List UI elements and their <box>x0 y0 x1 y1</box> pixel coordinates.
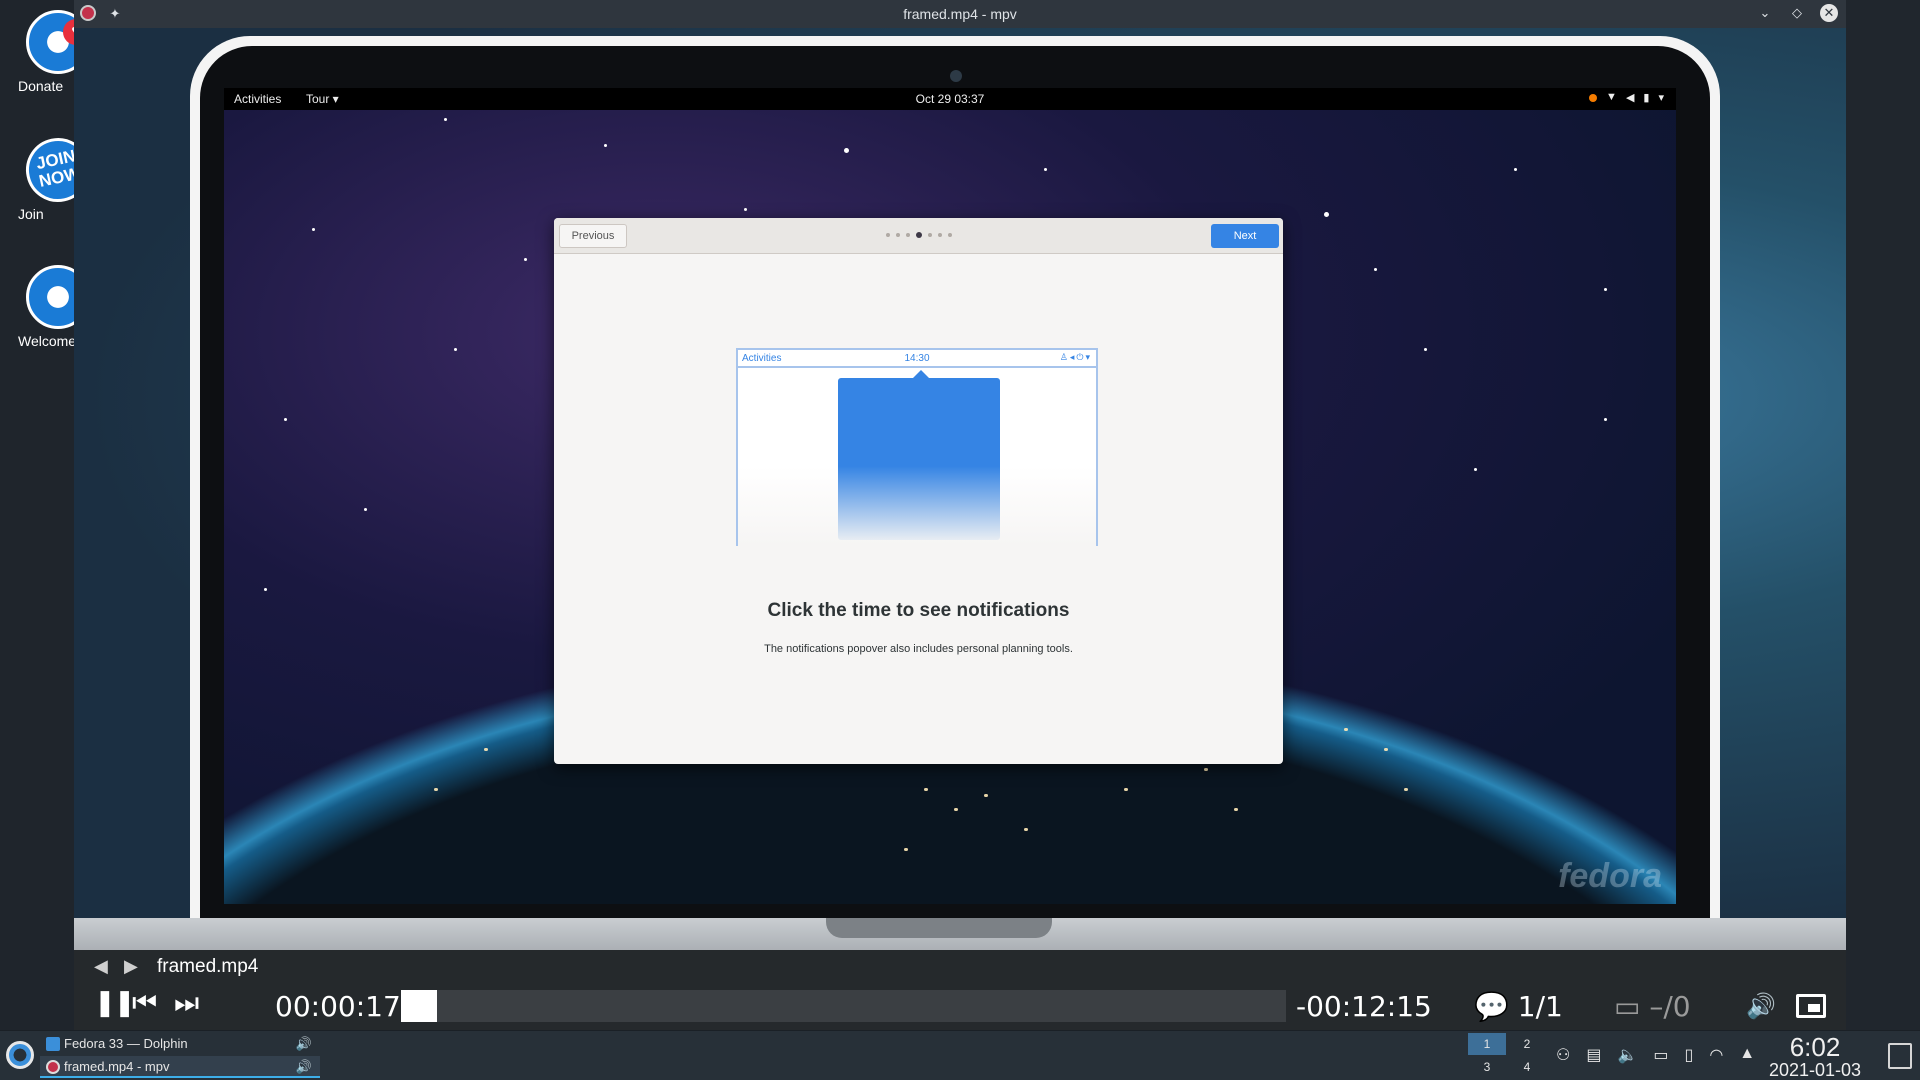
user-switch-icon[interactable]: ⚇ <box>1556 1045 1570 1065</box>
clipboard-icon[interactable]: ▤ <box>1586 1045 1601 1065</box>
volume-icon: ◀ <box>1625 92 1635 104</box>
page-indicator <box>554 232 1283 238</box>
subtitle-track-icon: ▭ <box>1614 990 1641 1023</box>
video-area[interactable]: Activities Tour ▾ Oct 29 03:37 ▼ ◀ ▮ ▾ P… <box>74 28 1846 950</box>
mpv-window: ✦ framed.mp4 - mpv ⌄ ◇ ✕ Activities Tour… <box>74 0 1846 1030</box>
illustration-tray-icons: ♙◂⏻▾ <box>1059 352 1092 362</box>
gnome-top-bar: Activities Tour ▾ Oct 29 03:37 ▼ ◀ ▮ ▾ <box>224 88 1676 110</box>
clock-date: 2021-01-03 <box>1768 1060 1862 1080</box>
maximize-button[interactable]: ◇ <box>1788 4 1806 22</box>
next-button[interactable]: Next <box>1211 224 1279 248</box>
window-title: framed.mp4 - mpv <box>903 6 1017 22</box>
illustration-fade <box>738 466 1096 546</box>
clock-time: 6:02 <box>1789 1032 1841 1062</box>
virtual-desktop-pager: 1 2 3 4 <box>1468 1033 1548 1079</box>
fullscreen-button[interactable] <box>1796 994 1826 1018</box>
volume-button[interactable]: 🔊 <box>1746 992 1776 1021</box>
task-label: framed.mp4 - mpv <box>64 1059 170 1074</box>
tour-subtitle: The notifications popover also includes … <box>764 643 1073 655</box>
page-dot <box>885 233 890 237</box>
task-dolphin[interactable]: Fedora 33 — Dolphin 🔊 <box>40 1033 320 1055</box>
folder-icon <box>46 1037 60 1051</box>
gnome-status-tray: ▼ ◀ ▮ ▾ <box>1589 91 1664 104</box>
desktop-2[interactable]: 2 <box>1508 1033 1546 1055</box>
laptop-notch <box>826 918 1052 938</box>
osc-filename: framed.mp4 <box>157 956 259 977</box>
page-dot <box>947 233 952 237</box>
illustration-clock: 14:30 <box>904 353 930 364</box>
tray-expand-icon[interactable]: ▲ <box>1739 1045 1755 1065</box>
task-label: Fedora 33 — Dolphin <box>64 1036 188 1051</box>
system-tray: ⚇ ▤ 🔈 ▭ ▯ ◠ ▲ <box>1556 1045 1755 1065</box>
close-button[interactable]: ✕ <box>1820 4 1838 22</box>
wifi-icon[interactable]: ◠ <box>1709 1045 1723 1065</box>
usb-device-icon[interactable]: ▯ <box>1685 1045 1694 1065</box>
fedora-watermark: fedora <box>1558 857 1662 895</box>
audio-playing-icon[interactable]: 🔊 <box>296 1033 312 1055</box>
battery-icon: ▮ <box>1643 92 1650 104</box>
tour-dialog-header: Previous Next <box>554 218 1283 254</box>
playlist-next-button[interactable]: ▶ <box>124 956 138 977</box>
task-mpv[interactable]: framed.mp4 - mpv 🔊 <box>40 1056 320 1078</box>
skip-back-button[interactable]: ⏮ <box>132 987 157 1020</box>
subtitle-count: 1/1 <box>1517 990 1563 1023</box>
recording-indicator-icon <box>1589 94 1598 102</box>
battery-icon[interactable]: ▭ <box>1653 1045 1668 1065</box>
laptop-base <box>74 918 1846 950</box>
speech-bubble-icon: 💬 <box>1474 990 1509 1023</box>
time-position[interactable]: 00:00:17 <box>275 990 401 1023</box>
seekbar[interactable] <box>401 990 1286 1022</box>
mpv-icon <box>46 1060 60 1074</box>
popover-arrow <box>913 370 929 378</box>
page-dot <box>915 232 922 238</box>
digital-clock[interactable]: 6:02 2021-01-03 <box>1760 1033 1870 1079</box>
page-dot <box>927 233 932 237</box>
page-dot <box>895 233 900 237</box>
desktop-1[interactable]: 1 <box>1468 1033 1506 1055</box>
volume-icon[interactable]: 🔈 <box>1617 1045 1637 1065</box>
seekbar-fill <box>401 990 419 1022</box>
window-titlebar[interactable]: ✦ framed.mp4 - mpv ⌄ ◇ ✕ <box>74 0 1846 28</box>
time-remaining[interactable]: -00:12:15 <box>1296 990 1432 1023</box>
page-dot <box>905 233 910 237</box>
tour-title: Click the time to see notifications <box>767 600 1070 621</box>
taskbar: Fedora 33 — Dolphin 🔊 framed.mp4 - mpv 🔊… <box>0 1030 1920 1080</box>
illustration-topbar: Activities 14:30 ♙◂⏻▾ <box>738 350 1096 368</box>
page-dot <box>937 233 942 237</box>
pause-button[interactable]: ❚❚ <box>94 987 136 1018</box>
desktop: ♥ Donate JOIN NOW Join Welcome <box>0 0 96 1030</box>
chevron-down-icon: ▾ <box>1658 92 1664 104</box>
subtitle-button[interactable]: 💬 1/1 <box>1474 990 1563 1023</box>
fedora-desktop-screen: Activities Tour ▾ Oct 29 03:37 ▼ ◀ ▮ ▾ P… <box>224 88 1676 904</box>
desktop-4[interactable]: 4 <box>1508 1056 1546 1078</box>
skip-forward-button[interactable]: ⏭ <box>174 987 199 1020</box>
audio-playing-icon[interactable]: 🔊 <box>296 1056 312 1078</box>
gnome-clock: Oct 29 03:37 <box>915 92 985 106</box>
application-launcher-icon[interactable] <box>6 1041 34 1069</box>
minimize-button[interactable]: ⌄ <box>1756 4 1774 22</box>
mpv-osc: ◀ ▶ framed.mp4 ❚❚ ⏮ ⏭ 00:00:17 -00:12:15… <box>74 950 1846 1030</box>
webcam-icon <box>950 70 962 82</box>
network-icon: ▼ <box>1606 91 1617 103</box>
desktop-3[interactable]: 3 <box>1468 1056 1506 1078</box>
tour-dialog: Previous Next Activities 14:30 ♙◂⏻▾ Clic… <box>554 218 1283 764</box>
audio-track-count: –/0 <box>1649 990 1691 1023</box>
trash-icon[interactable] <box>1888 1043 1912 1069</box>
notifications-illustration: Activities 14:30 ♙◂⏻▾ <box>736 348 1098 546</box>
audio-track-button[interactable]: ▭ –/0 <box>1614 990 1691 1023</box>
playlist-prev-button[interactable]: ◀ <box>94 956 108 977</box>
seekbar-handle[interactable] <box>419 990 437 1022</box>
